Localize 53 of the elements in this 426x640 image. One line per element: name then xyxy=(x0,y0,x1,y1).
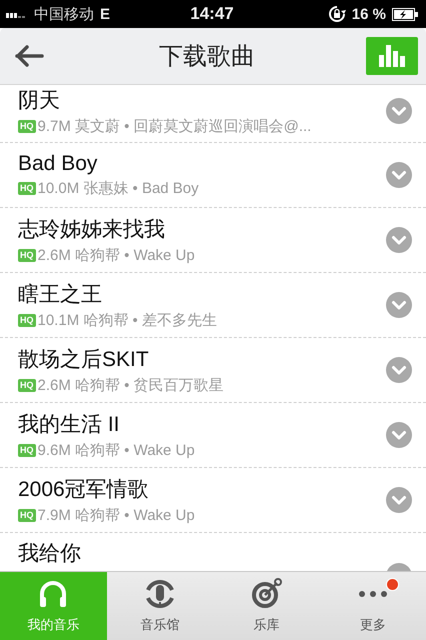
song-row[interactable]: 2006冠军情歌 HQ 7.9M 哈狗帮 • Wake Up xyxy=(0,468,426,533)
battery-percent: 16 % xyxy=(352,6,386,22)
song-details: 2.6M 哈狗帮 • Wake Up xyxy=(38,246,195,265)
carrier-name: 中国移动 xyxy=(34,4,94,24)
microphone-icon xyxy=(144,578,176,610)
song-details: 2.6M 哈狗帮 • 贫民百万歌星 xyxy=(38,376,224,395)
clock-time: 14:47 xyxy=(190,4,234,24)
page-title: 下载歌曲 xyxy=(159,42,255,72)
chevron-down-icon[interactable] xyxy=(386,487,412,513)
chevron-down-icon[interactable] xyxy=(386,227,412,253)
quality-badge: HQ xyxy=(18,314,36,327)
song-title: 散场之后SKIT xyxy=(18,347,150,373)
more-dots-icon xyxy=(356,591,389,597)
song-row[interactable]: 我的生活 II HQ 9.6M 哈狗帮 • Wake Up xyxy=(0,403,426,468)
song-details: 10.1M 哈狗帮 • 差不多先生 xyxy=(38,311,217,330)
quality-badge: HQ xyxy=(18,182,36,195)
network-type: E xyxy=(100,6,110,22)
signal-icon xyxy=(6,10,28,18)
song-title: 志玲姊姊来找我 xyxy=(18,217,166,243)
song-details: 7.9M 哈狗帮 • Wake Up xyxy=(38,506,195,525)
song-title: 我的生活 II xyxy=(18,412,121,438)
back-arrow-icon xyxy=(14,44,44,68)
song-row[interactable]: 散场之后SKIT HQ 2.6M 哈狗帮 • 贫民百万歌星 xyxy=(0,338,426,403)
chevron-down-icon[interactable] xyxy=(386,292,412,318)
song-row[interactable]: 瞎王之王 HQ 10.1M 哈狗帮 • 差不多先生 xyxy=(0,273,426,338)
quality-badge: HQ xyxy=(18,120,36,132)
song-row[interactable]: 志玲姊姊来找我 HQ 2.6M 哈狗帮 • Wake Up xyxy=(0,208,426,273)
song-title: Bad Boy xyxy=(18,152,98,176)
song-title: 阴天 xyxy=(18,88,61,114)
battery-icon xyxy=(392,8,418,20)
song-title: 2006冠军情歌 xyxy=(18,477,150,503)
quality-badge: HQ xyxy=(18,509,36,522)
song-title: 瞎王之王 xyxy=(18,282,103,308)
song-row[interactable]: 阴天 HQ 9.7M 莫文蔚 • 回蔚莫文蔚巡回演唱会@... xyxy=(0,85,426,143)
tab-item[interactable]: 乐库 xyxy=(213,572,320,640)
song-details: 10.0M 张惠妹 • Bad Boy xyxy=(38,179,199,198)
chevron-down-icon[interactable] xyxy=(386,162,412,188)
chevron-down-icon[interactable] xyxy=(386,422,412,448)
song-details: 9.7M 莫文蔚 • 回蔚莫文蔚巡回演唱会@... xyxy=(38,116,312,136)
now-playing-button[interactable] xyxy=(366,37,418,75)
song-details: 9.6M 哈狗帮 • Wake Up xyxy=(38,441,195,460)
target-icon xyxy=(250,578,282,610)
equalizer-icon xyxy=(377,45,407,67)
tab-item[interactable]: 音乐馆 xyxy=(106,572,213,640)
chevron-down-icon[interactable] xyxy=(386,98,412,124)
quality-badge: HQ xyxy=(18,249,36,262)
tab-item[interactable]: 更多 xyxy=(320,572,426,640)
rotation-lock-icon xyxy=(328,5,346,23)
song-row[interactable]: Bad Boy HQ 10.0M 张惠妹 • Bad Boy xyxy=(0,143,426,208)
song-title: 我给你 xyxy=(18,541,81,567)
chevron-down-icon[interactable] xyxy=(386,357,412,383)
quality-badge: HQ xyxy=(18,379,36,392)
quality-badge: HQ xyxy=(18,444,36,457)
